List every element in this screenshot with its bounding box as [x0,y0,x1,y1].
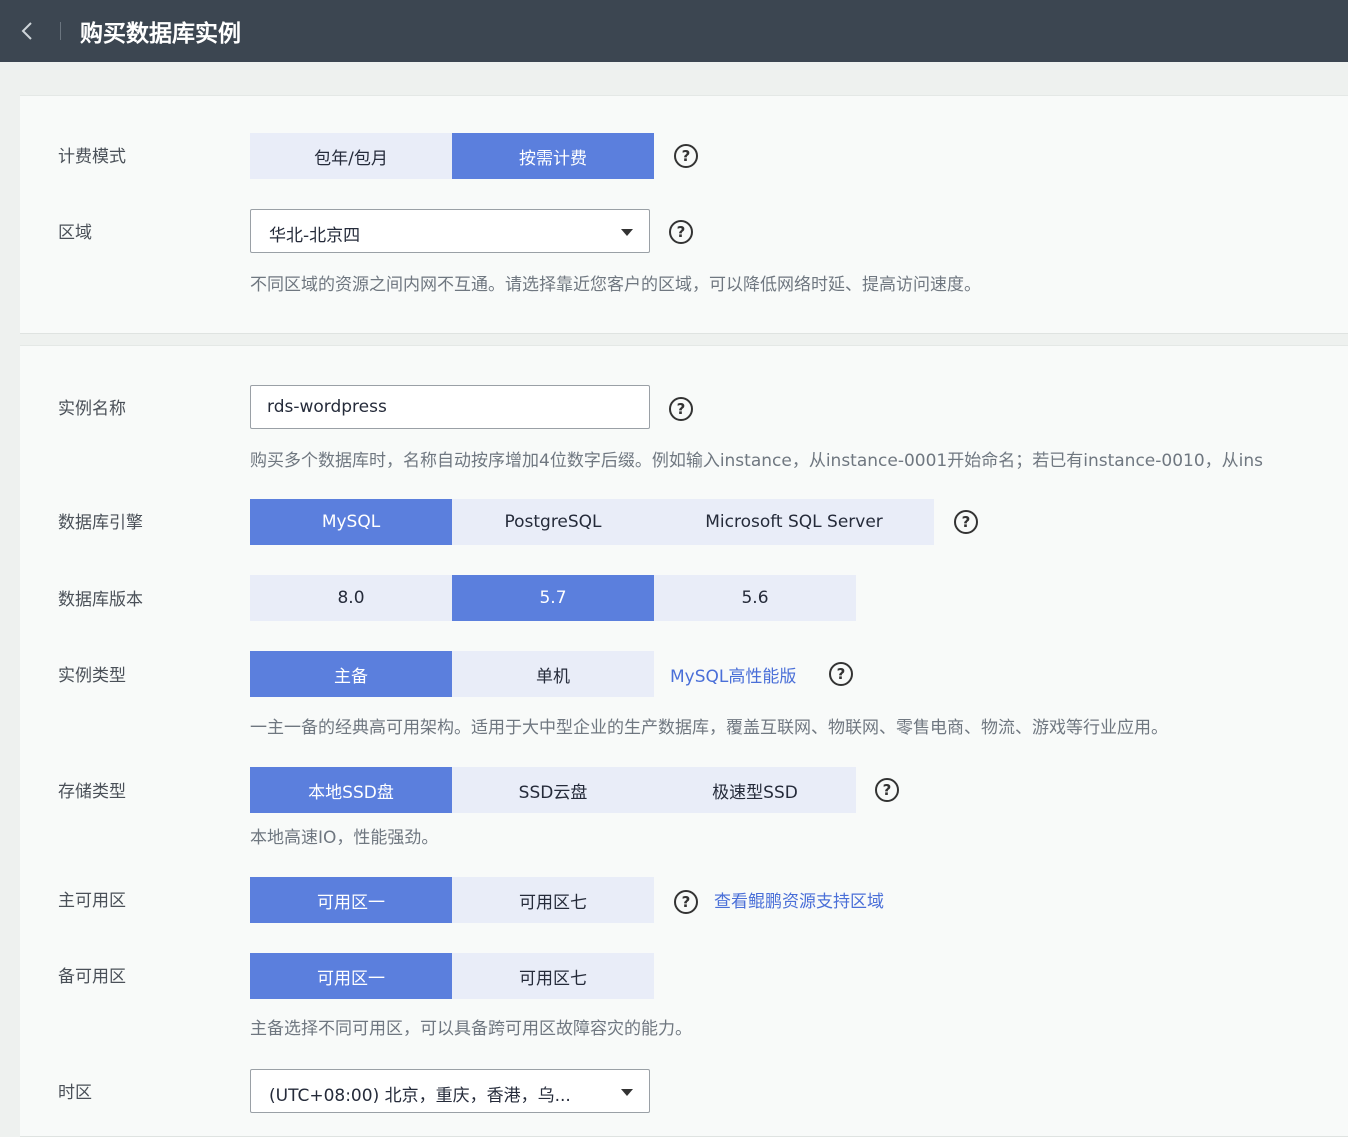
back-arrow-icon[interactable] [18,20,36,42]
primary-az-group: 可用区一 可用区七 [250,877,654,923]
region-hint: 不同区域的资源之间内网不互通。请选择靠近您客户的区域，可以降低网络时延、提高访问… [250,275,981,295]
billing-label: 计费模式 [58,147,126,167]
timezone-value: (UTC+08:00) 北京，重庆，香港，乌... [269,1086,571,1106]
help-icon[interactable]: ? [829,662,853,686]
storage-option-ssd-cloud[interactable]: SSD云盘 [452,767,654,813]
help-icon[interactable]: ? [674,144,698,168]
standby-az-option-1[interactable]: 可用区一 [250,953,452,999]
chevron-down-icon [621,229,633,236]
instance-type-label: 实例类型 [58,666,126,686]
help-icon[interactable]: ? [674,890,698,914]
version-option-8-0[interactable]: 8.0 [250,575,452,621]
help-icon[interactable]: ? [669,220,693,244]
engine-option-postgresql[interactable]: PostgreSQL [452,499,654,545]
instance-name-hint: 购买多个数据库时，名称自动按序增加4位数字后缀。例如输入instance，从in… [250,451,1264,471]
instance-type-single[interactable]: 单机 [452,651,654,697]
storage-option-extreme-ssd[interactable]: 极速型SSD [654,767,856,813]
mysql-high-performance-link[interactable]: MySQL高性能版 [670,662,796,687]
primary-az-label: 主可用区 [58,891,126,911]
region-label: 区域 [58,223,92,243]
engine-group: MySQL PostgreSQL Microsoft SQL Server [250,499,934,545]
top-bar: 购买数据库实例 [0,0,1348,62]
billing-mode-group: 包年/包月 按需计费 [250,133,654,179]
standby-az-group: 可用区一 可用区七 [250,953,654,999]
standby-az-option-7[interactable]: 可用区七 [452,953,654,999]
divider [60,22,61,40]
instance-type-group: 主备 单机 [250,651,654,697]
billing-option-yearly[interactable]: 包年/包月 [250,133,452,179]
engine-option-sqlserver[interactable]: Microsoft SQL Server [654,499,934,545]
version-label: 数据库版本 [58,590,143,610]
storage-option-local-ssd[interactable]: 本地SSD盘 [250,767,452,813]
instance-type-primary-standby[interactable]: 主备 [250,651,452,697]
instance-name-input[interactable] [250,385,650,429]
page-title: 购买数据库实例 [80,21,241,47]
standby-az-hint: 主备选择不同可用区，可以具备跨可用区故障容灾的能力。 [250,1019,692,1039]
engine-label: 数据库引擎 [58,513,143,533]
version-option-5-7[interactable]: 5.7 [452,575,654,621]
primary-az-option-7[interactable]: 可用区七 [452,877,654,923]
engine-option-mysql[interactable]: MySQL [250,499,452,545]
help-icon[interactable]: ? [875,778,899,802]
kunpeng-regions-link[interactable]: 查看鲲鹏资源支持区域 [714,887,884,912]
standby-az-label: 备可用区 [58,967,126,987]
help-icon[interactable]: ? [669,397,693,421]
version-group: 8.0 5.7 5.6 [250,575,856,621]
instance-type-hint: 一主一备的经典高可用架构。适用于大中型企业的生产数据库，覆盖互联网、物联网、零售… [250,718,1168,738]
instance-name-label: 实例名称 [58,399,126,419]
region-value: 华北-北京四 [269,226,361,246]
version-option-5-6[interactable]: 5.6 [654,575,856,621]
timezone-select[interactable]: (UTC+08:00) 北京，重庆，香港，乌... [250,1069,650,1113]
billing-option-on-demand[interactable]: 按需计费 [452,133,654,179]
storage-hint: 本地高速IO，性能强劲。 [250,828,439,848]
help-icon[interactable]: ? [954,510,978,534]
timezone-label: 时区 [58,1083,92,1103]
storage-group: 本地SSD盘 SSD云盘 极速型SSD [250,767,856,813]
primary-az-option-1[interactable]: 可用区一 [250,877,452,923]
region-select[interactable]: 华北-北京四 [250,209,650,253]
region-billing-panel [20,95,1348,334]
storage-label: 存储类型 [58,782,126,802]
chevron-down-icon [621,1089,633,1096]
